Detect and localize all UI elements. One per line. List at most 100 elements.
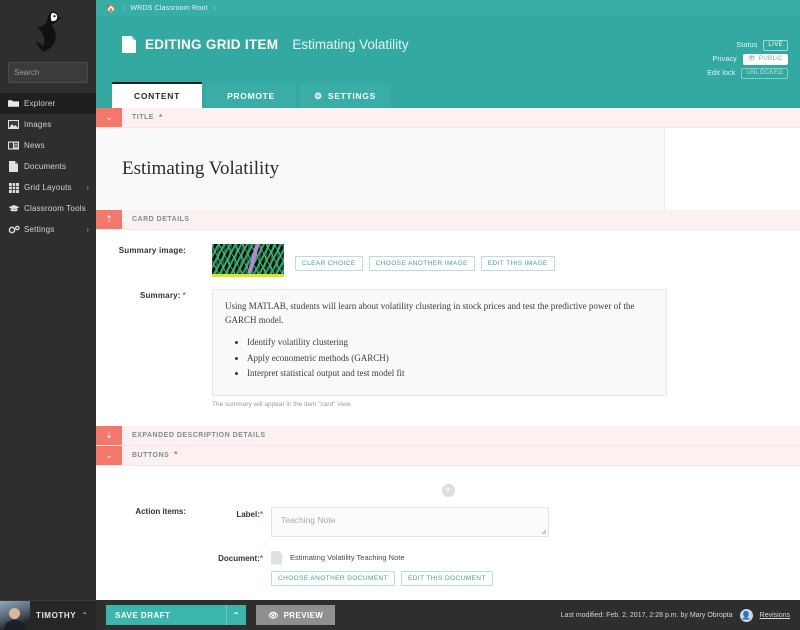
news-icon [7,141,20,150]
section-card-details-bar: ⇡ CARD DETAILS [96,210,800,230]
tab-content[interactable]: CONTENT [112,82,202,108]
edit-this-document-button[interactable]: EDIT THIS DOCUMENT [400,570,493,586]
bottom-action-bar: SAVE DRAFT ⌃ 👁 PREVIEW Last modified: Fe… [96,600,800,630]
label-input-placeholder: Teaching Note [281,514,336,525]
sidebar-user-name: TIMOTHY [36,611,77,620]
clear-choice-button[interactable]: CLEAR CHOICE [295,256,363,271]
section-buttons-bar: ⌄ BUTTONS * [96,445,800,466]
app-root: 🔍 Explorer Images News [0,0,800,630]
status-row: Status LIVE [707,39,788,52]
section-title-toggle[interactable]: ⌄ [96,108,122,127]
edit-lock-label: Edit lock [707,70,736,77]
section-title-label: TITLE [132,114,154,121]
logo[interactable] [0,0,96,62]
sidebar-item-label: News [24,141,45,150]
page-title: EDITING GRID ITEM Estimating Volatility [122,36,800,53]
save-draft-button[interactable]: SAVE DRAFT ⌃ [106,605,246,625]
section-buttons-toggle[interactable]: ⌄ [96,445,122,465]
document-field-label: Document:* [196,551,271,563]
document-field-value: Estimating Volatility Teaching Note CHOO… [271,550,493,586]
title-field-row: Estimating Volatility [96,128,800,210]
add-button-row: + [96,476,800,507]
label-input[interactable]: Teaching Note [271,506,549,537]
edit-lock-row: Edit lock UNLOCKED [707,67,788,80]
section-card-details-toggle[interactable]: ⇡ [96,210,122,229]
image-icon [7,120,20,129]
choose-another-image-button[interactable]: CHOOSE ANOTHER IMAGE [368,256,475,271]
choose-another-document-button[interactable]: CHOOSE ANOTHER DOCUMENT [271,570,395,586]
summary-label-text: Summary: [139,291,181,300]
home-icon[interactable]: 🏠 [106,4,116,13]
sidebar-item-explorer[interactable]: Explorer [0,93,96,114]
sidebar-item-label: Images [24,120,52,129]
breadcrumb-root[interactable]: WRDS Classroom Root [130,5,207,12]
page-title-light: Estimating Volatility [292,37,409,52]
summary-editor[interactable]: Using MATLAB, students will learn about … [212,289,667,396]
content-panel: ⌄ TITLE * Estimating Volatility ⇡ CARD D… [96,108,800,628]
section-expanded-description-bar: ⇣ EXPANDED DESCRIPTION DETAILS [96,425,800,446]
main-area: 🏠 › WRDS Classroom Root › EDITING GRID I… [96,0,800,630]
required-marker: * [259,509,263,519]
summary-image-thumbnail[interactable] [212,244,284,277]
label-field-text: Label: [236,509,260,519]
required-marker: * [158,112,163,122]
sidebar-item-settings[interactable]: Settings › [0,219,96,240]
section-title-bar: ⌄ TITLE * [96,108,800,128]
last-modified-text: Last modified: Feb. 2, 2017, 2:28 p.m. b… [560,611,733,619]
document-name: Estimating Volatility Teaching Note [290,553,405,562]
document-file-row: Estimating Volatility Teaching Note [271,550,493,565]
gear-icon: ⚙ [314,90,323,101]
card-details-body: Summary image: CLEAR CHOICE CHOOSE ANOTH… [96,230,800,426]
title-field-filler [665,128,800,210]
user-icon[interactable]: 👤 [739,608,753,622]
sidebar-item-grid-layouts[interactable]: Grid Layouts › [0,177,96,198]
revisions-link[interactable]: Revisions [760,612,790,619]
section-expanded-description-toggle[interactable]: ⇣ [96,425,122,445]
buttons-body: + Action items: Label:* Teaching Note Do… [96,465,800,586]
plus-circle-icon[interactable]: + [441,483,455,497]
chevron-up-icon[interactable]: ⌃ [81,611,88,620]
sidebar: 🔍 Explorer Images News [0,0,135,630]
tab-settings-label: SETTINGS [327,91,376,101]
title-input[interactable]: Estimating Volatility [96,128,665,210]
edit-lock-badge[interactable]: UNLOCKED [741,67,788,80]
sidebar-nav: Explorer Images News Documents Grid Layo… [0,93,96,240]
sidebar-item-label: Grid Layouts [24,183,72,192]
chevron-right-icon: › [86,225,89,234]
status-label: Status [736,42,758,49]
section-expanded-description-heading: EXPANDED DESCRIPTION DETAILS [122,426,266,445]
sidebar-user[interactable]: TIMOTHY ⌃ [0,600,96,630]
summary-field: Using MATLAB, students will learn about … [196,289,800,408]
summary-image-buttons: CLEAR CHOICE CHOOSE ANOTHER IMAGE EDIT T… [295,256,555,271]
sidebar-item-images[interactable]: Images [0,114,96,135]
tab-settings[interactable]: ⚙ SETTINGS [300,84,390,108]
section-buttons-label: BUTTONS [132,451,170,459]
required-marker: * [182,291,186,300]
breadcrumb: 🏠 › WRDS Classroom Root › [96,0,800,16]
eye-icon: 👁 [747,55,756,62]
edit-this-image-button[interactable]: EDIT THIS IMAGE [480,256,555,271]
summary-image-label: Summary image: [118,246,186,255]
avatar [0,600,30,630]
tab-bar: CONTENT PROMOTE ⚙ SETTINGS [96,81,800,108]
page-title-strong: EDITING GRID ITEM [145,37,279,52]
sidebar-item-news[interactable]: News [0,135,96,156]
chevron-up-icon[interactable]: ⌃ [226,605,246,625]
summary-label: Summary: * [96,289,196,408]
preview-button[interactable]: 👁 PREVIEW [256,605,336,625]
summary-bullet: Interpret statistical output and test mo… [247,367,654,381]
document-buttons: CHOOSE ANOTHER DOCUMENT EDIT THIS DOCUME… [271,570,493,586]
sidebar-item-documents[interactable]: Documents [0,156,96,177]
label-field-label: Label:* [196,507,271,519]
privacy-badge-text: PUBLIC [758,55,783,62]
summary-row: Summary: * Using MATLAB, students will le… [96,289,800,408]
sidebar-item-classroom-tools[interactable]: Classroom Tools [0,198,96,219]
document-icon [122,36,136,53]
privacy-badge[interactable]: 👁 PUBLIC [742,53,788,66]
search-box[interactable]: 🔍 [8,62,135,83]
tab-promote[interactable]: PROMOTE [206,84,296,108]
status-badge[interactable]: LIVE [763,39,788,52]
search-wrapper: 🔍 [0,62,135,89]
required-marker: * [259,553,263,563]
document-icon [7,161,20,172]
